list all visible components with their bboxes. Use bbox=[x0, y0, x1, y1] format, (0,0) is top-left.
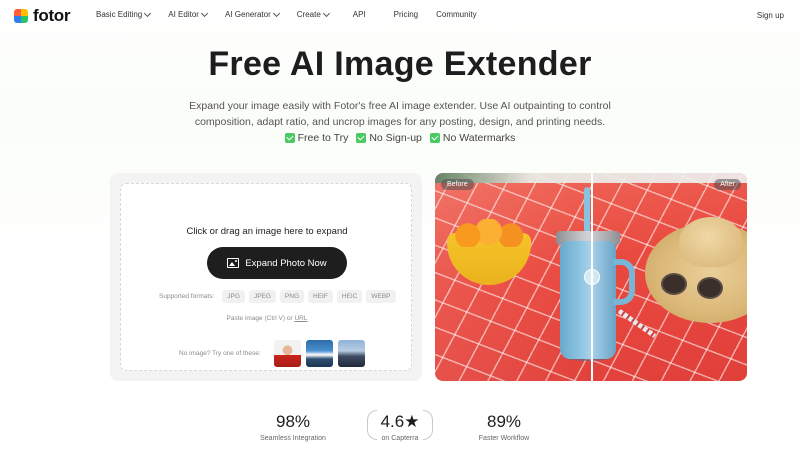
sample-images: No image? Try one of these: bbox=[179, 340, 365, 367]
upload-card: Click or drag an image here to expand Ex… bbox=[110, 173, 422, 381]
tumbler-handle bbox=[613, 259, 635, 305]
supported-formats: Supported formats: JPG JPEG PNG HEIF HEI… bbox=[159, 290, 396, 303]
check-icon bbox=[284, 133, 295, 143]
hero-subtitle: Expand your image easily with Fotor's fr… bbox=[189, 100, 611, 128]
sample-thumbnail-city[interactable] bbox=[337, 340, 365, 367]
format-badge: JPEG bbox=[248, 290, 276, 303]
stirrer-stick bbox=[617, 308, 657, 339]
sample-thumbnail-mountain[interactable] bbox=[305, 340, 333, 367]
stat-capterra-rating: 4.6★ on Capterra bbox=[345, 410, 455, 442]
sunglasses-lens bbox=[661, 273, 687, 295]
fotor-logo-icon bbox=[14, 9, 28, 23]
format-badge: HEIF bbox=[308, 290, 333, 303]
before-tag: Before bbox=[441, 179, 474, 190]
page-title: Free AI Image Extender bbox=[208, 45, 592, 83]
format-badge: PNG bbox=[279, 290, 305, 303]
main-menu: Basic Editing AI Editor AI Generator Cre… bbox=[96, 9, 477, 19]
perk-label: No Watermarks bbox=[442, 132, 516, 144]
laurel-left-icon bbox=[367, 410, 377, 440]
chevron-down-icon bbox=[200, 9, 208, 17]
url-link[interactable]: URL bbox=[294, 315, 307, 322]
compare-slider-handle[interactable]: ‹› bbox=[584, 269, 600, 285]
check-icon bbox=[356, 133, 367, 143]
paste-hint: Paste image (Ctrl V) or URL bbox=[121, 315, 413, 322]
format-badge: WEBP bbox=[366, 290, 396, 303]
menu-label: API bbox=[352, 10, 366, 19]
menu-item-basic-editing[interactable]: Basic Editing bbox=[96, 9, 152, 19]
before-after-preview: Before After ‹› bbox=[435, 173, 747, 381]
menu-item-api[interactable]: API bbox=[353, 10, 366, 19]
stat-value: 98% bbox=[275, 412, 311, 431]
menu-label: AI Generator bbox=[224, 10, 271, 19]
menu-label: Community bbox=[436, 10, 477, 19]
perk-label: Free to Try bbox=[297, 132, 349, 144]
perk-no-watermarks: No Watermarks bbox=[429, 132, 516, 144]
menu-item-community[interactable]: Community bbox=[436, 10, 476, 19]
perk-no-signup: No Sign-up bbox=[356, 132, 422, 144]
menu-item-ai-editor[interactable]: AI Editor bbox=[168, 9, 208, 19]
menu-label: Pricing bbox=[393, 10, 419, 19]
format-badge: HEIC bbox=[336, 290, 363, 303]
straw-hat-crown bbox=[679, 217, 743, 267]
image-upload-icon bbox=[227, 258, 240, 268]
stat-label: Faster Workflow bbox=[478, 435, 530, 442]
fotor-logo[interactable]: fotor bbox=[14, 6, 71, 25]
logo-text: fotor bbox=[33, 6, 71, 25]
menu-item-ai-generator[interactable]: AI Generator bbox=[224, 9, 280, 19]
after-tag: After bbox=[714, 179, 741, 190]
orange-slices bbox=[453, 219, 527, 247]
check-icon bbox=[429, 133, 440, 143]
signup-link[interactable]: Sign up bbox=[757, 11, 784, 20]
samples-label: No image? Try one of these: bbox=[179, 350, 261, 357]
expand-photo-button[interactable]: Expand Photo Now bbox=[207, 247, 347, 279]
chevron-down-icon bbox=[144, 9, 152, 17]
perk-free-to-try: Free to Try bbox=[284, 132, 349, 144]
menu-label: Create bbox=[296, 10, 321, 19]
drop-instructions: Click or drag an image here to expand bbox=[186, 226, 348, 237]
perks-row: Free to Try No Sign-up No Watermarks bbox=[0, 132, 800, 144]
stat-value: 4.6★ bbox=[380, 412, 420, 431]
stat-faster-workflow: 89% Faster Workflow bbox=[449, 412, 559, 442]
top-nav: fotor Basic Editing AI Editor AI Generat… bbox=[0, 0, 800, 32]
format-badge: JPG bbox=[222, 290, 245, 303]
expand-button-label: Expand Photo Now bbox=[245, 257, 327, 269]
stat-label: on Capterra bbox=[381, 435, 419, 442]
formats-label: Supported formats: bbox=[159, 293, 215, 300]
sample-thumbnail-portrait[interactable] bbox=[273, 340, 301, 367]
menu-item-pricing[interactable]: Pricing bbox=[394, 10, 418, 19]
stat-label: Seamless Integration bbox=[260, 435, 326, 442]
sunglasses-lens bbox=[697, 277, 723, 299]
sunglasses bbox=[661, 273, 727, 299]
menu-label: Basic Editing bbox=[96, 10, 143, 19]
blue-tumbler bbox=[560, 241, 616, 359]
stat-value: 89% bbox=[486, 412, 522, 431]
paste-text: Paste image (Ctrl V) or bbox=[226, 315, 295, 322]
tumbler-straw bbox=[584, 187, 590, 233]
chevron-down-icon bbox=[322, 9, 330, 17]
menu-label: AI Editor bbox=[168, 10, 199, 19]
stat-seamless-integration: 98% Seamless Integration bbox=[238, 412, 348, 442]
drop-zone[interactable]: Click or drag an image here to expand Ex… bbox=[120, 183, 412, 371]
perk-label: No Sign-up bbox=[369, 132, 422, 144]
menu-item-create[interactable]: Create bbox=[296, 9, 330, 19]
chevron-down-icon bbox=[272, 9, 280, 17]
